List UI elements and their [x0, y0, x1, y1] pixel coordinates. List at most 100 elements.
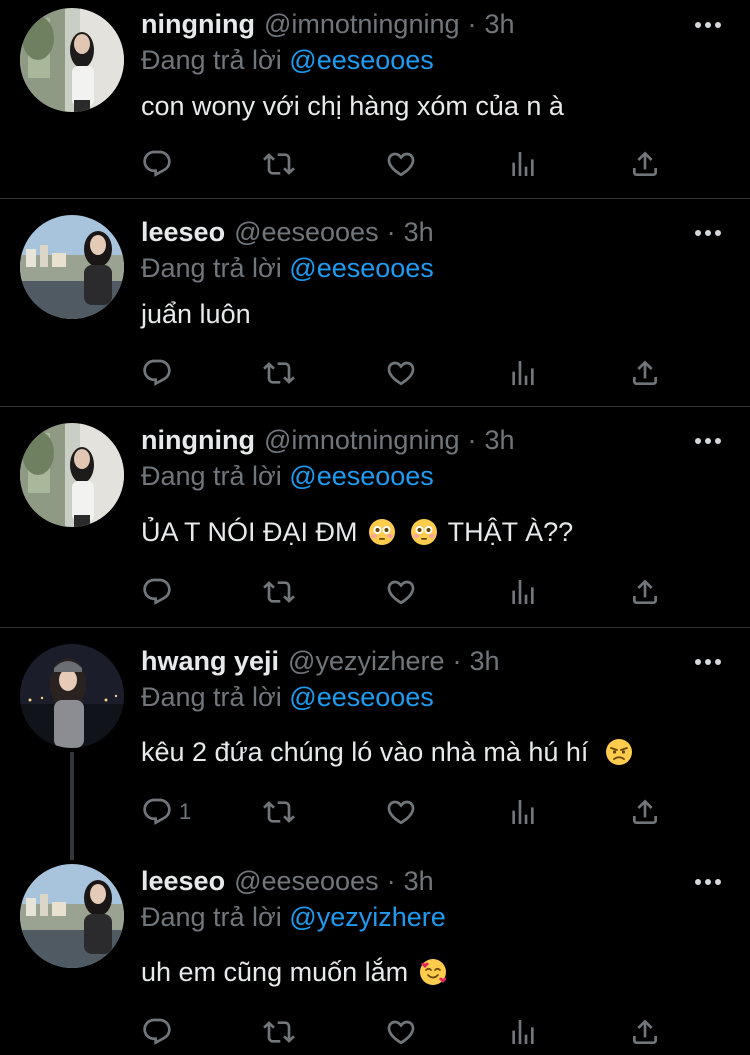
tweet-text-part: uh em cũng muốn lắm	[141, 957, 409, 987]
reply-mention-link[interactable]: @eeseooes	[289, 682, 434, 712]
display-name[interactable]: ningning	[141, 6, 255, 42]
separator-dot: ·	[386, 217, 396, 247]
retweet-icon	[263, 1016, 295, 1048]
reply-mention-link[interactable]: @eeseooes	[289, 461, 434, 491]
action-bar	[141, 574, 681, 610]
reply-button[interactable]	[141, 574, 179, 610]
replying-to-label: Đang trả lời	[141, 902, 282, 932]
display-name[interactable]: leeseo	[141, 214, 225, 250]
user-handle[interactable]: @imnotningning	[264, 422, 460, 458]
analytics-icon	[507, 357, 539, 389]
tweet-3[interactable]: ningning @imnotningning · 3h Đang trả lờ…	[0, 407, 750, 627]
like-button[interactable]	[385, 574, 417, 610]
retweet-button[interactable]	[263, 574, 295, 610]
tweet-text: kêu 2 đứa chúng ló vào nhà mà hú hí	[141, 734, 636, 770]
avatar[interactable]	[20, 215, 124, 319]
display-name[interactable]: hwang yeji	[141, 643, 279, 679]
display-name[interactable]: leeseo	[141, 863, 225, 899]
tweet-text: juẩn luôn	[141, 299, 251, 329]
views-button[interactable]	[507, 794, 539, 830]
share-icon	[629, 796, 661, 828]
like-button[interactable]	[385, 1014, 417, 1050]
tweet-4[interactable]: hwang yeji @yezyizhere · 3h Đang trả lời…	[0, 628, 750, 848]
reply-button[interactable]	[141, 355, 179, 391]
user-handle[interactable]: @imnotningning	[264, 6, 460, 42]
avatar[interactable]	[20, 644, 124, 748]
reply-mention-link[interactable]: @eeseooes	[289, 45, 434, 75]
heart-icon	[385, 796, 417, 828]
like-button[interactable]	[385, 146, 417, 182]
display-name[interactable]: ningning	[141, 422, 255, 458]
tweet-text-part: ỦA T NÓI ĐẠI ĐM	[141, 517, 358, 547]
like-button[interactable]	[385, 794, 417, 830]
tweet-1[interactable]: ningning @imnotningning · 3h Đang trả lờ…	[0, 0, 750, 198]
share-icon	[629, 357, 661, 389]
reply-button[interactable]: 1	[141, 794, 191, 830]
share-button[interactable]	[629, 1014, 661, 1050]
timestamp[interactable]: 3h	[404, 863, 434, 899]
analytics-icon	[507, 148, 539, 180]
reply-mention-link[interactable]: @yezyizhere	[289, 902, 445, 932]
user-handle[interactable]: @eeseooes	[234, 214, 379, 250]
retweet-button[interactable]	[263, 355, 295, 391]
avatar[interactable]	[20, 864, 124, 968]
share-button[interactable]	[629, 794, 661, 830]
tweet-header: ningning @imnotningning · 3h	[141, 6, 515, 42]
analytics-icon	[507, 576, 539, 608]
timestamp[interactable]: 3h	[485, 422, 515, 458]
views-button[interactable]	[507, 355, 539, 391]
replying-to: Đang trả lời @eeseooes	[141, 458, 434, 494]
timestamp[interactable]: 3h	[470, 643, 500, 679]
replying-to-label: Đang trả lời	[141, 253, 282, 283]
heart-icon	[385, 357, 417, 389]
more-icon[interactable]	[694, 436, 722, 446]
retweet-button[interactable]	[263, 1014, 295, 1050]
replying-to-label: Đang trả lời	[141, 461, 282, 491]
heart-icon	[385, 1016, 417, 1048]
retweet-icon	[263, 796, 295, 828]
reply-icon	[141, 796, 173, 828]
action-bar: 1	[141, 794, 681, 830]
reply-count: 1	[179, 799, 192, 824]
share-button[interactable]	[629, 146, 661, 182]
replying-to: Đang trả lời @eeseooes	[141, 42, 434, 78]
avatar[interactable]	[20, 8, 124, 112]
smiling-face-with-hearts-emoji	[419, 959, 446, 985]
analytics-icon	[507, 796, 539, 828]
views-button[interactable]	[507, 1014, 539, 1050]
avatar[interactable]	[20, 423, 124, 527]
separator-dot: ·	[386, 866, 396, 896]
heart-icon	[385, 148, 417, 180]
tweet-header: leeseo @eeseooes · 3h	[141, 214, 434, 250]
reply-button[interactable]	[141, 146, 179, 182]
tweet-2[interactable]: leeseo @eeseooes · 3h Đang trả lời @eese…	[0, 199, 750, 406]
replying-to: Đang trả lời @eeseooes	[141, 679, 434, 715]
reply-mention-link[interactable]: @eeseooes	[289, 253, 434, 283]
analytics-icon	[507, 1016, 539, 1048]
tweet-header: leeseo @eeseooes · 3h	[141, 863, 434, 899]
more-icon[interactable]	[694, 657, 722, 667]
tweet-text: ỦA T NÓI ĐẠI ĐM THẬT À??	[141, 514, 573, 550]
more-icon[interactable]	[694, 228, 722, 238]
views-button[interactable]	[507, 146, 539, 182]
more-icon[interactable]	[694, 20, 722, 30]
tweet-5[interactable]: leeseo @eeseooes · 3h Đang trả lời @yezy…	[0, 848, 750, 1055]
share-button[interactable]	[629, 574, 661, 610]
tweet-header: ningning @imnotningning · 3h	[141, 422, 515, 458]
like-button[interactable]	[385, 355, 417, 391]
more-icon[interactable]	[694, 877, 722, 887]
tweet-header: hwang yeji @yezyizhere · 3h	[141, 643, 500, 679]
share-button[interactable]	[629, 355, 661, 391]
user-handle[interactable]: @eeseooes	[234, 863, 379, 899]
reply-icon	[141, 148, 173, 180]
replying-to: Đang trả lời @yezyizhere	[141, 899, 446, 935]
timestamp[interactable]: 3h	[404, 214, 434, 250]
retweet-button[interactable]	[263, 794, 295, 830]
retweet-button[interactable]	[263, 146, 295, 182]
tweet-text-part: THẬT À??	[447, 517, 574, 547]
user-handle[interactable]: @yezyizhere	[288, 643, 444, 679]
tweet-text: uh em cũng muốn lắm	[141, 954, 450, 990]
timestamp[interactable]: 3h	[485, 6, 515, 42]
reply-button[interactable]	[141, 1014, 179, 1050]
views-button[interactable]	[507, 574, 539, 610]
